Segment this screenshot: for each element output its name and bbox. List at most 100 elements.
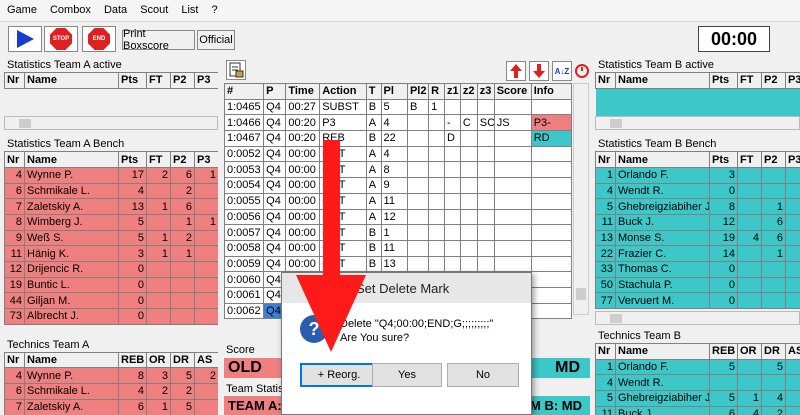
col-header[interactable]: P2 <box>170 151 195 168</box>
col-header[interactable]: Nr <box>4 151 25 168</box>
col-header[interactable]: OR <box>146 351 171 369</box>
col-header[interactable]: DR <box>170 351 195 369</box>
col-header[interactable]: P3 <box>194 72 218 89</box>
col-header[interactable]: Nr <box>4 72 25 89</box>
table-row[interactable]: 4 Wynne P. 8 3 5 2 <box>4 367 218 385</box>
table-row[interactable]: 44 Giljan M. 0 <box>4 292 218 310</box>
col-header[interactable]: AS <box>194 351 218 369</box>
menu-game[interactable]: Game <box>0 0 43 16</box>
no-button[interactable]: No <box>447 363 519 387</box>
col-header[interactable]: Name <box>24 151 119 168</box>
col-header[interactable]: Pl2 <box>406 83 430 100</box>
col-header[interactable]: R <box>428 83 445 100</box>
table-row[interactable]: 7 Zaletskiy A. 13 1 6 <box>4 198 218 215</box>
table-row[interactable]: 50 Stachula P. 0 <box>595 276 800 294</box>
col-header[interactable]: FT <box>146 151 171 168</box>
col-header[interactable]: Name <box>615 343 710 360</box>
col-header[interactable]: # <box>224 83 265 100</box>
col-header[interactable]: REB <box>118 351 147 369</box>
col-header[interactable]: FT <box>737 72 762 89</box>
col-header[interactable]: Time <box>285 83 321 100</box>
col-header[interactable]: Info <box>530 83 573 100</box>
horizontal-scrollbar[interactable] <box>4 116 218 131</box>
play-button[interactable] <box>8 26 42 52</box>
col-header[interactable]: FT <box>737 151 762 168</box>
col-header[interactable]: Action <box>319 83 367 100</box>
table-row[interactable]: 8 Wimberg J. 5 1 1 <box>4 213 218 231</box>
print-boxscore-button[interactable]: Print Boxscore <box>122 28 195 52</box>
table-row[interactable]: 73 Albrecht J. 0 <box>4 308 218 325</box>
stop-button[interactable]: STOP <box>44 26 78 52</box>
col-header[interactable]: P3 <box>785 72 800 89</box>
col-header[interactable]: z1 <box>443 83 461 100</box>
table-row[interactable]: 9 Weß S. 5 1 2 <box>4 229 218 247</box>
col-header[interactable]: Nr <box>595 343 616 360</box>
horizontal-scrollbar[interactable] <box>595 116 800 131</box>
col-header[interactable]: REB <box>709 343 738 360</box>
col-header[interactable]: OR <box>737 343 762 360</box>
col-header[interactable]: AS <box>785 343 800 360</box>
table-row[interactable]: 22Frazier C.1414 <box>595 245 800 262</box>
col-header[interactable]: z3 <box>476 83 495 100</box>
table-row[interactable]: 11 Hänig K. 3 1 1 <box>4 245 218 262</box>
table-row[interactable]: 77 Vervuert M. 0 <box>595 292 800 310</box>
col-header[interactable]: Name <box>24 72 119 89</box>
col-header[interactable]: P <box>263 83 287 100</box>
table-row[interactable]: 6 Schmikale L. 4 2 2 <box>4 383 218 400</box>
table-row[interactable]: 13Monse S.19461 <box>595 229 800 247</box>
sort-button[interactable]: A↓Z <box>552 61 572 81</box>
menu-data[interactable]: Data <box>97 0 133 16</box>
col-header[interactable]: P3 <box>785 151 800 168</box>
col-header[interactable]: Pl <box>380 83 408 100</box>
col-header[interactable]: P2 <box>761 72 786 89</box>
col-header[interactable]: Nr <box>4 351 25 369</box>
col-header[interactable]: Name <box>615 72 710 89</box>
table-row[interactable]: 5Ghebreigziabiher J.8 12 <box>595 198 800 215</box>
col-header[interactable]: T <box>365 83 382 100</box>
reorg-button[interactable]: + Reorg. <box>300 363 378 387</box>
move-down-button[interactable] <box>529 61 549 81</box>
table-row[interactable]: 19 Buntic L. 0 <box>4 276 218 294</box>
horizontal-scrollbar[interactable] <box>595 311 800 326</box>
log-row[interactable]: 1:0465 Q4 00:27 SUBST B 5 B 1 <box>224 98 573 116</box>
col-header[interactable]: Nr <box>595 151 616 168</box>
yes-button[interactable]: Yes <box>372 363 442 387</box>
official-button[interactable]: Official <box>197 30 235 50</box>
col-header[interactable]: Pts <box>709 72 738 89</box>
menu-list[interactable]: List <box>174 0 204 16</box>
col-header[interactable]: P3 <box>194 151 218 168</box>
col-header[interactable]: FT <box>146 72 171 89</box>
col-header[interactable]: DR <box>761 343 786 360</box>
table-row[interactable]: 4 Wendt R. 0 <box>595 182 800 200</box>
menu-help[interactable]: ? <box>204 0 223 16</box>
col-header[interactable]: Name <box>24 351 119 369</box>
col-header[interactable]: Score <box>493 83 532 100</box>
menu-scout[interactable]: Scout <box>133 0 174 16</box>
col-header[interactable]: Pts <box>118 151 147 168</box>
table-row[interactable]: 4 Wendt R. <box>595 374 800 392</box>
table-row[interactable]: 11Buck J.6421 <box>595 405 800 415</box>
log-scrollbar[interactable] <box>573 83 589 315</box>
col-header[interactable]: P2 <box>170 72 195 89</box>
table-row[interactable]: 6 Schmikale L. 4 2 <box>4 182 218 200</box>
table-row[interactable]: 1Orlando F.31 <box>595 166 800 184</box>
copy-log-button[interactable] <box>226 60 246 80</box>
col-header[interactable]: Pts <box>118 72 147 89</box>
table-row[interactable]: 12 Drijencic R. 0 <box>4 261 218 278</box>
table-row[interactable]: 1Orlando F.551 <box>595 358 800 376</box>
table-row[interactable]: 5 Ghebreigziabiher J. 5 1 4 <box>595 390 800 407</box>
clock-button[interactable] <box>574 61 590 81</box>
table-row[interactable]: 4 Wynne P. 17 2 6 1 <box>4 166 218 184</box>
table-row[interactable]: 11 Buck J. 12 6 <box>595 213 800 231</box>
col-header[interactable]: Name <box>615 151 710 168</box>
log-row[interactable]: 1:0466 Q4 00:20 P3 A 4 - C SC JS P3- <box>224 114 573 132</box>
col-header[interactable]: Nr <box>595 72 616 89</box>
col-header[interactable]: P2 <box>761 151 786 168</box>
menu-combox[interactable]: Combox <box>43 0 97 16</box>
table-row[interactable]: 7 Zaletskiy A. 6 1 5 <box>4 398 218 415</box>
col-header[interactable]: z2 <box>459 83 478 100</box>
move-up-button[interactable] <box>506 61 526 81</box>
col-header[interactable]: Pts <box>709 151 738 168</box>
end-button[interactable]: END <box>82 26 116 52</box>
table-row[interactable]: 33 Thomas C. 0 <box>595 261 800 278</box>
